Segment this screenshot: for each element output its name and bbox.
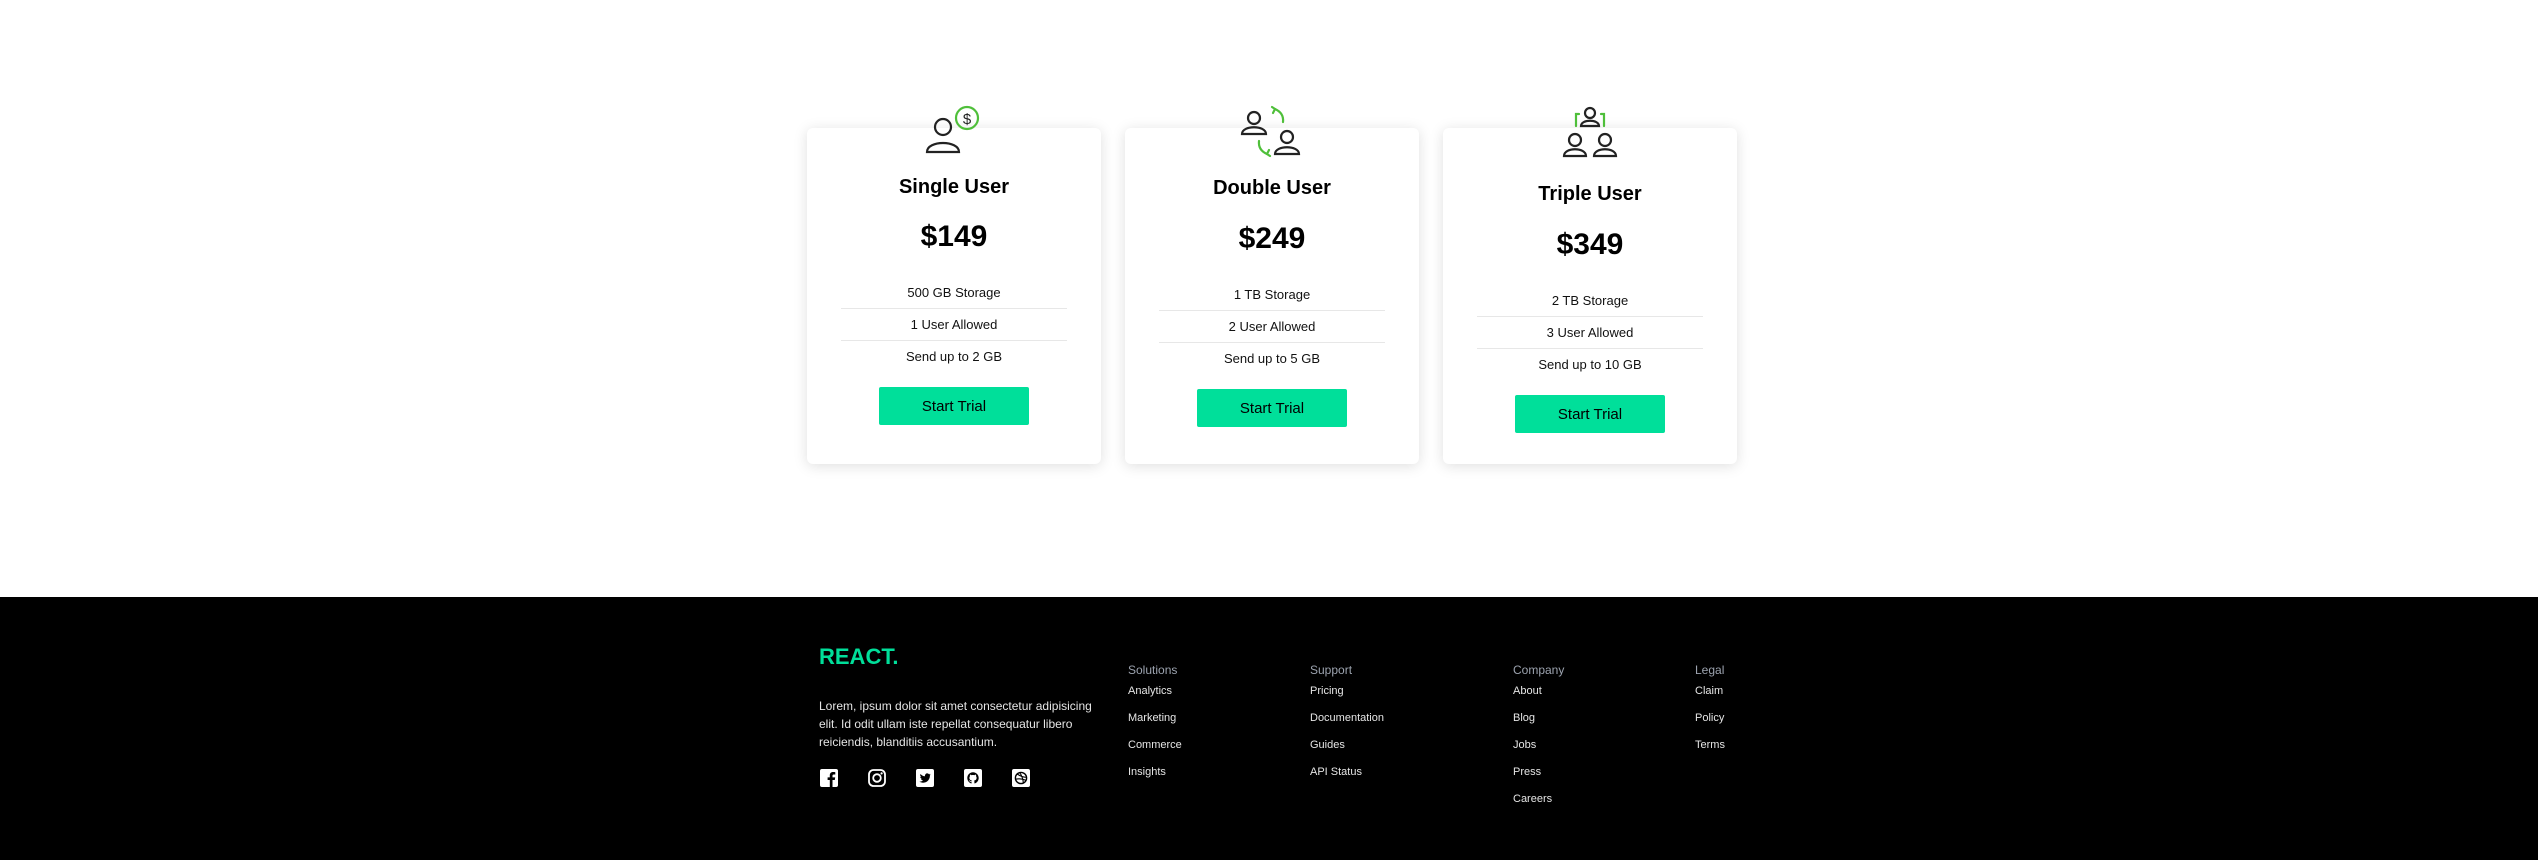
twitter-icon[interactable] [915,768,935,788]
start-trial-button[interactable]: Start Trial [879,387,1029,425]
footer-column-solutions: Solutions Analytics Marketing Commerce I… [1128,663,1182,793]
start-trial-button[interactable]: Start Trial [1515,395,1665,433]
feature-send-limit: Send up to 2 GB [905,349,1003,364]
pricing-card-triple: Triple User $349 2 TB Storage 3 User All… [1443,106,1737,464]
pricing-card-single: $ Single User $149 500 GB Storage 1 User… [807,105,1101,464]
feature-storage: 1 TB Storage [1159,279,1385,311]
plan-title: Double User [1213,177,1331,199]
feature-users: 3 User Allowed [1477,317,1703,349]
footer-link-terms[interactable]: Terms [1695,739,1725,766]
feature-list: 1 TB Storage 2 User Allowed Send up to 5… [1159,279,1385,374]
plan-price: $149 [920,220,988,253]
footer-column-title: Company [1513,663,1565,677]
footer-column-company: Company About Blog Jobs Press Careers [1513,663,1564,820]
footer-link-guides[interactable]: Guides [1310,739,1384,766]
footer-link-pricing[interactable]: Pricing [1310,685,1384,712]
footer-link-documentation[interactable]: Documentation [1310,712,1384,739]
footer-link-policy[interactable]: Policy [1695,712,1725,739]
instagram-icon[interactable] [867,768,887,788]
footer-link-blog[interactable]: Blog [1513,712,1564,739]
double-user-exchange-icon [1240,105,1301,158]
footer-link-jobs[interactable]: Jobs [1513,739,1564,766]
plan-price: $249 [1238,222,1306,255]
plan-title: Single User [898,176,1010,198]
triple-user-group-icon [1562,106,1618,158]
site-footer: REACT. Lorem, ipsum dolor sit amet conse… [0,597,2538,860]
footer-link-insights[interactable]: Insights [1128,766,1182,793]
footer-column-legal: Legal Claim Policy Terms [1695,663,1725,766]
svg-text:$: $ [963,111,972,128]
pricing-section: $ Single User $149 500 GB Storage 1 User… [0,0,2538,597]
footer-link-press[interactable]: Press [1513,766,1564,793]
feature-send-limit: Send up to 10 GB [1538,357,1642,372]
footer-link-marketing[interactable]: Marketing [1128,712,1182,739]
feature-users: 1 User Allowed [841,309,1067,341]
footer-column-title: Support [1310,663,1353,677]
footer-column-title: Legal [1695,663,1725,677]
start-trial-button[interactable]: Start Trial [1197,389,1347,427]
footer-link-analytics[interactable]: Analytics [1128,685,1182,712]
footer-link-about[interactable]: About [1513,685,1564,712]
feature-users: 2 User Allowed [1159,311,1385,343]
footer-link-careers[interactable]: Careers [1513,793,1564,820]
feature-list: 2 TB Storage 3 User Allowed Send up to 1… [1477,285,1703,380]
feature-send-limit: Send up to 5 GB [1223,351,1321,366]
pricing-card-double: Double User $249 1 TB Storage 2 User All… [1125,105,1419,464]
plan-price: $349 [1556,228,1624,261]
facebook-icon[interactable] [819,768,839,788]
footer-link-api-status[interactable]: API Status [1310,766,1384,793]
footer-link-claim[interactable]: Claim [1695,685,1725,712]
dribbble-icon[interactable] [1011,768,1031,788]
brand-description: Lorem, ipsum dolor sit amet consectetur … [819,699,1092,749]
social-links [819,768,1031,788]
footer-column-title: Solutions [1128,663,1178,677]
footer-column-support: Support Pricing Documentation Guides API… [1310,663,1384,793]
feature-storage: 500 GB Storage [841,277,1067,309]
github-icon[interactable] [963,768,983,788]
feature-storage: 2 TB Storage [1477,285,1703,317]
footer-link-commerce[interactable]: Commerce [1128,739,1182,766]
plan-title: Triple User [1538,183,1642,205]
feature-list: 500 GB Storage 1 User Allowed Send up to… [841,277,1067,372]
single-user-dollar-icon: $ [925,105,980,154]
brand-logo[interactable]: REACT. [819,644,898,670]
